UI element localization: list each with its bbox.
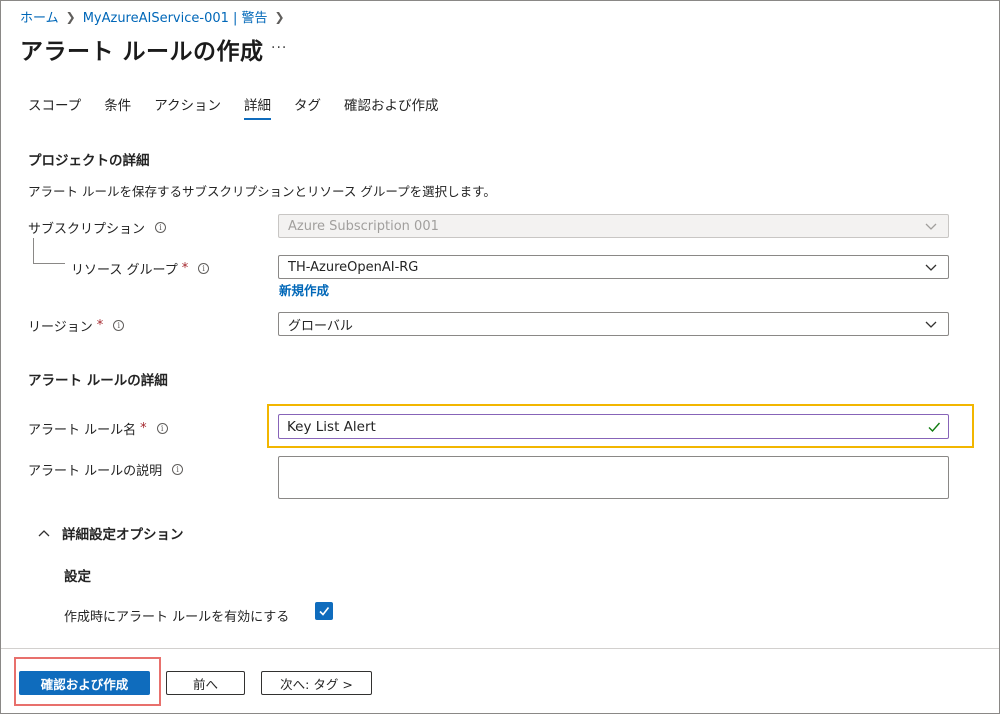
subscription-select[interactable]: Azure Subscription 001 — [278, 214, 949, 238]
rule-details-heading: アラート ルールの詳細 — [28, 373, 168, 389]
rule-name-label-text: アラート ルール名 — [28, 423, 137, 438]
region-value: グローバル — [288, 318, 353, 334]
region-label-text: リージョン — [28, 320, 93, 335]
info-icon[interactable]: i — [172, 464, 184, 475]
subscription-label-text: サブスクリプション — [28, 222, 146, 237]
required-marker: * — [181, 261, 189, 276]
advanced-options-toggle[interactable]: 詳細設定オプション — [38, 523, 184, 543]
chevron-right-icon: ❯ — [65, 9, 76, 24]
chevron-up-icon — [38, 530, 50, 537]
region-label: リージョン * i — [28, 316, 125, 335]
breadcrumb: ホーム ❯ MyAzureAIService-001 | 警告 ❯ — [20, 7, 292, 27]
chevron-right-icon: ❯ — [274, 9, 285, 24]
rule-name-input[interactable]: Key List Alert — [278, 414, 949, 439]
tab-tags[interactable]: タグ — [294, 94, 321, 120]
page-title: アラート ルールの作成 — [20, 39, 264, 65]
subscription-label: サブスクリプション i — [28, 218, 167, 237]
checkmark-icon — [319, 607, 330, 616]
region-select[interactable]: グローバル — [278, 312, 949, 336]
tab-actions[interactable]: アクション — [154, 94, 221, 120]
tree-connector — [33, 238, 65, 264]
info-icon[interactable]: i — [156, 423, 168, 434]
breadcrumb-resource-link[interactable]: MyAzureAIService-001 | 警告 — [83, 7, 268, 26]
settings-heading: 設定 — [64, 569, 91, 585]
tab-bar: スコープ 条件 アクション 詳細 タグ 確認および作成 — [28, 94, 462, 120]
review-create-button[interactable]: 確認および作成 — [19, 671, 150, 695]
resource-group-label-text: リソース グループ — [71, 263, 178, 278]
resource-group-select[interactable]: TH-AzureOpenAI-RG — [278, 255, 949, 279]
info-icon[interactable]: i — [155, 222, 167, 233]
create-new-link[interactable]: 新規作成 — [279, 280, 329, 299]
more-options-icon[interactable]: ··· — [271, 40, 287, 56]
chevron-down-icon — [925, 223, 937, 230]
rule-description-label-text: アラート ルールの説明 — [28, 464, 163, 479]
chevron-down-icon — [925, 321, 937, 328]
breadcrumb-home-link[interactable]: ホーム — [20, 7, 59, 26]
rule-description-label: アラート ルールの説明 i — [28, 460, 184, 479]
project-description: アラート ルールを保存するサブスクリプションとリソース グループを選択します。 — [28, 184, 496, 199]
previous-button[interactable]: 前へ — [166, 671, 245, 695]
tab-review-create[interactable]: 確認および作成 — [344, 94, 439, 120]
tab-details[interactable]: 詳細 — [244, 94, 272, 120]
info-icon[interactable]: i — [113, 320, 125, 331]
enable-on-create-label: 作成時にアラート ルールを有効にする — [64, 610, 290, 625]
resource-group-value: TH-AzureOpenAI-RG — [288, 259, 419, 275]
next-tags-button[interactable]: 次へ: タグ > — [261, 671, 372, 695]
subscription-value: Azure Subscription 001 — [288, 218, 439, 234]
required-marker: * — [140, 421, 147, 436]
advanced-options-label: 詳細設定オプション — [62, 527, 184, 543]
enable-on-create-checkbox[interactable] — [315, 602, 333, 620]
rule-name-label: アラート ルール名 * i — [28, 419, 168, 438]
rule-description-textarea[interactable] — [278, 456, 949, 499]
footer-divider — [1, 648, 999, 649]
checkmark-icon — [928, 422, 941, 433]
chevron-down-icon — [925, 264, 937, 271]
info-icon[interactable]: i — [198, 263, 210, 274]
required-marker: * — [96, 318, 104, 333]
resource-group-label: リソース グループ * i — [71, 259, 210, 278]
tab-condition[interactable]: 条件 — [104, 94, 131, 120]
tab-scope[interactable]: スコープ — [28, 94, 81, 120]
project-details-heading: プロジェクトの詳細 — [28, 153, 150, 169]
rule-name-value: Key List Alert — [287, 418, 376, 435]
